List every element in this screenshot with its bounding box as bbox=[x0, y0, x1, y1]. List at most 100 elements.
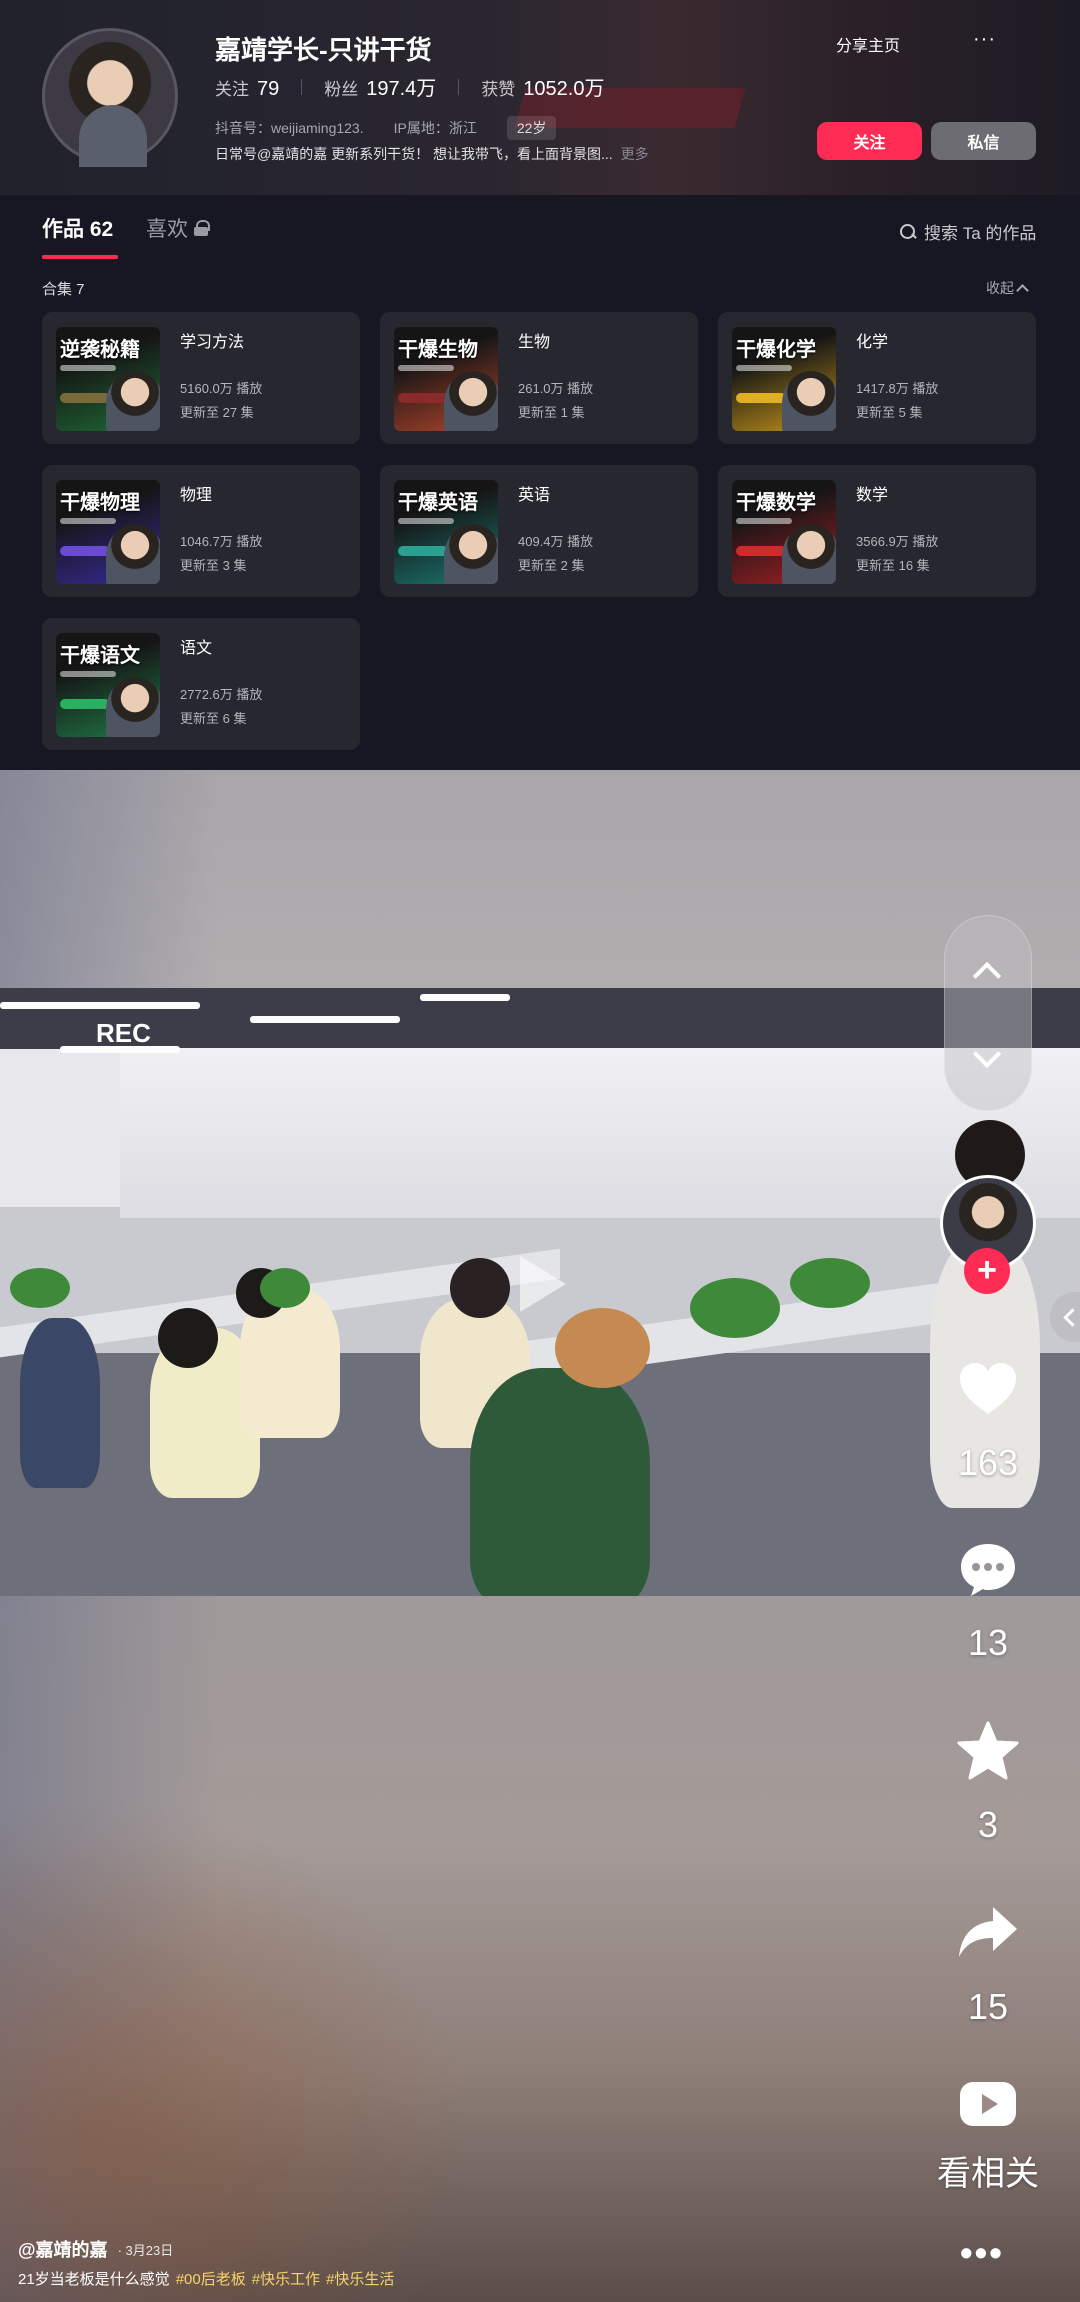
likes-stat[interactable]: 获赞 1052.0万 bbox=[481, 72, 604, 101]
collection-plays: 2772.6万 播放 bbox=[180, 687, 263, 702]
collection-plays: 409.4万 播放 bbox=[518, 534, 594, 549]
chevron-up-icon bbox=[1016, 284, 1029, 297]
collection-title: 生物 bbox=[518, 334, 551, 351]
collection-plays: 1417.8万 播放 bbox=[856, 381, 939, 396]
hashtag[interactable]: #快乐生活 bbox=[326, 2271, 394, 2288]
desk-plant bbox=[10, 1268, 70, 1308]
more-menu-button[interactable]: ··· bbox=[973, 28, 996, 51]
collection-thumbnail: 干爆物理 bbox=[56, 480, 160, 584]
collection-card[interactable]: 逆袭秘籍 学习方法 5160.0万 播放 更新至 27 集 bbox=[42, 312, 360, 444]
ip-location: IP属地：浙江 bbox=[393, 120, 477, 136]
collection-updates: 更新至 6 集 bbox=[180, 711, 247, 726]
collection-updates: 更新至 2 集 bbox=[518, 558, 585, 573]
profile-avatar[interactable] bbox=[42, 28, 178, 167]
thumbnail-title: 干爆生物 bbox=[398, 339, 478, 361]
screen: 嘉靖学长-只讲干货 关注 79 粉丝 197.4万 获赞 1052.0万 抖音号：we… bbox=[0, 0, 1080, 2302]
share-icon[interactable] bbox=[954, 1898, 1022, 1966]
collapse-button[interactable]: 收起 bbox=[986, 278, 1029, 298]
likes-label: 获赞 bbox=[481, 80, 516, 99]
message-button[interactable]: 私信 bbox=[931, 122, 1036, 160]
heart-icon[interactable] bbox=[954, 1355, 1022, 1423]
related-video-icon[interactable] bbox=[954, 2070, 1022, 2138]
following-count: 79 bbox=[257, 78, 280, 100]
collection-card[interactable]: 干爆物理 物理 1046.7万 播放 更新至 3 集 bbox=[42, 465, 360, 597]
desk-plant bbox=[260, 1268, 310, 1308]
profile-name: 嘉靖学长-只讲干货 bbox=[215, 35, 432, 65]
collection-card[interactable]: 干爆数学 数学 3566.9万 播放 更新至 16 集 bbox=[718, 465, 1036, 597]
rec-label: REC bbox=[96, 1018, 151, 1048]
student-head bbox=[555, 1308, 650, 1388]
stat-divider bbox=[301, 79, 303, 95]
share-profile-button[interactable]: 分享主页 bbox=[836, 32, 900, 56]
follow-button[interactable]: 关注 bbox=[817, 122, 922, 160]
comment-icon[interactable] bbox=[954, 1536, 1022, 1604]
thumbnail-title: 干爆数学 bbox=[736, 492, 816, 514]
hashtag[interactable]: #快乐工作 bbox=[252, 2271, 320, 2288]
following-stat[interactable]: 关注 79 bbox=[215, 75, 279, 101]
like-count: 163 bbox=[957, 1442, 1019, 1483]
profile-meta: 抖音号：weijiaming123. IP属地：浙江 22岁 bbox=[215, 116, 557, 140]
video-frame[interactable]: REC bbox=[0, 988, 1080, 1596]
search-label: 搜索 Ta 的作品 bbox=[924, 224, 1037, 243]
collection-thumbnail: 干爆数学 bbox=[732, 480, 836, 584]
fans-label: 粉丝 bbox=[324, 80, 359, 99]
tab-likes[interactable]: 喜欢 bbox=[146, 213, 210, 243]
collection-card[interactable]: 干爆英语 英语 409.4万 播放 更新至 2 集 bbox=[380, 465, 698, 597]
collection-card[interactable]: 干爆生物 生物 261.0万 播放 更新至 1 集 bbox=[380, 312, 698, 444]
tab-likes-label: 喜欢 bbox=[146, 218, 188, 241]
collection-card[interactable]: 干爆语文 语文 2772.6万 播放 更新至 6 集 bbox=[42, 618, 360, 750]
collection-title: 数学 bbox=[856, 487, 889, 504]
collection-plays: 3566.9万 播放 bbox=[856, 534, 939, 549]
search-works-button[interactable]: 搜索 Ta 的作品 bbox=[900, 219, 1036, 244]
bio-text: 日常号@嘉靖的嘉 更新系列干货！ 想让我带飞，看上面背景图... bbox=[215, 146, 613, 162]
douyin-id: 抖音号：weijiaming123. bbox=[215, 120, 364, 136]
collection-thumbnail: 干爆生物 bbox=[394, 327, 498, 431]
collection-title: 物理 bbox=[180, 487, 213, 504]
collection-card[interactable]: 干爆化学 化学 1417.8万 播放 更新至 5 集 bbox=[718, 312, 1036, 444]
author-name[interactable]: @嘉靖的嘉 bbox=[18, 2236, 108, 2262]
video-player[interactable]: REC bbox=[0, 770, 1080, 2302]
profile-bio[interactable]: 日常号@嘉靖的嘉 更新系列干货！ 想让我带飞，看上面背景图... 更多 bbox=[215, 144, 649, 164]
collection-plays: 261.0万 播放 bbox=[518, 381, 594, 396]
collection-updates: 更新至 27 集 bbox=[180, 405, 254, 420]
share-count: 15 bbox=[967, 1986, 1009, 2027]
collection-title: 学习方法 bbox=[180, 334, 245, 351]
follow-plus-button[interactable]: + bbox=[964, 1248, 1010, 1294]
star-icon[interactable] bbox=[954, 1717, 1022, 1785]
favorite-count: 3 bbox=[977, 1804, 999, 1845]
student bbox=[20, 1318, 100, 1488]
related-label[interactable]: 看相关 bbox=[904, 2146, 1072, 2195]
fans-count: 197.4万 bbox=[366, 78, 437, 100]
chevron-up-icon[interactable] bbox=[972, 961, 1002, 991]
play-icon[interactable] bbox=[520, 1256, 566, 1312]
caption-text: 21岁当老板是什么感觉 bbox=[18, 2271, 170, 2288]
collection-thumbnail: 干爆语文 bbox=[56, 633, 160, 737]
ceiling-light bbox=[420, 994, 510, 1001]
student-head bbox=[450, 1258, 510, 1318]
collection-updates: 更新至 1 集 bbox=[518, 405, 585, 420]
collection-thumbnail: 干爆英语 bbox=[394, 480, 498, 584]
collection-updates: 更新至 5 集 bbox=[856, 405, 923, 420]
following-label: 关注 bbox=[215, 80, 249, 99]
tab-works[interactable]: 作品 62 bbox=[42, 213, 113, 243]
profile-stats: 关注 79 粉丝 197.4万 获赞 1052.0万 bbox=[215, 72, 626, 101]
video-author[interactable]: @嘉靖的嘉 · 3月23日 bbox=[18, 2236, 173, 2262]
profile-header: 嘉靖学长-只讲干货 关注 79 粉丝 197.4万 获赞 1052.0万 抖音号：we… bbox=[0, 0, 1080, 195]
chevron-down-icon[interactable] bbox=[972, 1039, 1002, 1069]
hashtag[interactable]: #00后老板 bbox=[176, 2271, 246, 2288]
lock-icon bbox=[194, 220, 210, 236]
collection-updates: 更新至 16 集 bbox=[856, 558, 930, 573]
likes-count: 1052.0万 bbox=[523, 78, 605, 100]
search-icon bbox=[900, 223, 916, 240]
profile-tabs: 作品 62 喜欢 搜索 Ta 的作品 bbox=[0, 195, 1080, 270]
video-nav-pill bbox=[944, 915, 1032, 1111]
thumbnail-title: 干爆语文 bbox=[60, 645, 140, 667]
more-options-button[interactable]: ••• bbox=[960, 2232, 1004, 2274]
collection-plays: 5160.0万 播放 bbox=[180, 381, 263, 396]
fans-stat[interactable]: 粉丝 197.4万 bbox=[324, 72, 436, 101]
collapse-label: 收起 bbox=[986, 280, 1014, 296]
bio-more-link[interactable]: 更多 bbox=[621, 146, 649, 162]
collection-updates: 更新至 3 集 bbox=[180, 558, 247, 573]
thumbnail-title: 干爆化学 bbox=[736, 339, 816, 361]
blurred-background bbox=[0, 1770, 500, 2302]
